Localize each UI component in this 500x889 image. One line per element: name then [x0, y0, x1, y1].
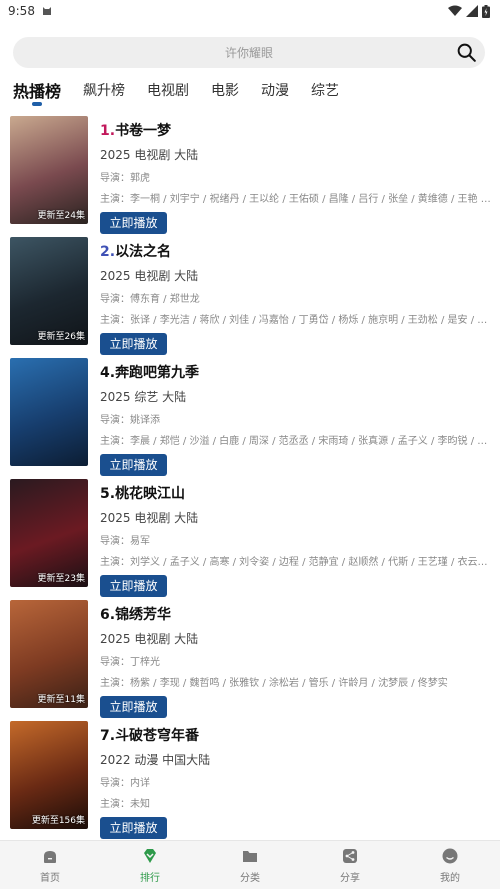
ranking-list: 更新至24集 1.书卷一梦 2025 电视剧 大陆 导演：郭虎主演：李一桐 / 刘宇宁… — [0, 114, 500, 840]
episode-badge: 更新至156集 — [31, 816, 85, 826]
title-text: 桃花映江山 — [115, 486, 186, 502]
nav-label: 分享 — [340, 872, 360, 884]
play-now-button[interactable]: 立即播放 — [100, 454, 167, 476]
title-text: 锦绣芳华 — [115, 607, 172, 623]
status-time: 9:58 — [8, 4, 35, 18]
item-info: 4.奔跑吧第九季 2025 综艺 大陆 导演：姚译添主演：李晨 / 郑恺 / 沙溢 … — [100, 362, 492, 476]
poster-image[interactable]: 更新至26集 — [10, 237, 88, 345]
list-item[interactable]: 更新至24集 1.书卷一梦 2025 电视剧 大陆 导演：郭虎主演：李一桐 / 刘宇宁… — [0, 114, 500, 235]
play-now-button[interactable]: 立即播放 — [100, 817, 167, 839]
item-title[interactable]: 2.以法之名 — [100, 241, 492, 261]
nav-label: 首页 — [40, 872, 60, 884]
item-meta: 2025 电视剧 大陆 — [100, 511, 199, 525]
notification-cat-icon — [42, 7, 51, 15]
item-cast: 主演：李晨 / 郑恺 / 沙溢 / 白鹿 / 周深 / 范丞丞 / 宋雨琦 / … — [100, 436, 492, 447]
rank-number: 4. — [100, 365, 116, 381]
poster-image[interactable]: 更新至24集 — [10, 116, 88, 224]
title-text: 奔跑吧第九季 — [115, 365, 200, 381]
rank-number: 7. — [100, 728, 116, 744]
play-now-button[interactable]: 立即播放 — [100, 696, 167, 718]
nav-item-1[interactable]: 排行 — [100, 841, 200, 889]
item-info: 7.斗破苍穹年番 2022 动漫 中国大陆 导演：内详主演：未知立即播放 — [100, 725, 492, 839]
title-text: 书卷一梦 — [115, 123, 172, 139]
item-director: 导演：姚译添 — [100, 415, 160, 426]
nav-item-3[interactable]: 分享 — [300, 841, 400, 889]
item-director: 导演：傅东育 / 郑世龙 — [100, 294, 200, 305]
category-tabs: 热播榜 飙升榜 电视剧 电影 动漫 综艺 — [13, 78, 361, 108]
tab-2[interactable]: 电视剧 — [147, 78, 189, 100]
item-info: 1.书卷一梦 2025 电视剧 大陆 导演：郭虎主演：李一桐 / 刘宇宁 / 祝绪丹… — [100, 120, 492, 234]
episode-badge: 更新至26集 — [37, 332, 85, 342]
item-title[interactable]: 6.锦绣芳华 — [100, 604, 492, 624]
item-director: 导演：易军 — [100, 536, 150, 547]
home-icon — [44, 850, 56, 863]
category-folder-icon — [243, 850, 257, 862]
list-item[interactable]: 更新至26集 2.以法之名 2025 电视剧 大陆 导演：傅东育 / 郑世龙主演：张译… — [0, 235, 500, 356]
play-now-button[interactable]: 立即播放 — [100, 212, 167, 234]
episode-badge: 更新至24集 — [37, 211, 85, 221]
play-now-button[interactable]: 立即播放 — [100, 333, 167, 355]
item-title[interactable]: 7.斗破苍穹年番 — [100, 725, 492, 745]
item-cast: 主演：杨紫 / 李现 / 魏哲鸣 / 张雅钦 / 涂松岩 / 管乐 / 许龄月 … — [100, 678, 448, 689]
list-item[interactable]: 更新至11集 6.锦绣芳华 2025 电视剧 大陆 导演：丁梓光主演：杨紫 / 李现 … — [0, 598, 500, 719]
item-director: 导演：郭虎 — [100, 173, 150, 184]
nav-item-0[interactable]: 首页 — [0, 841, 100, 889]
share-icon — [343, 848, 357, 863]
item-info: 2.以法之名 2025 电视剧 大陆 导演：傅东育 / 郑世龙主演：张译 / 李光洁… — [100, 241, 492, 355]
bottom-nav: 首页 排行 分类 分享 我的 — [0, 840, 500, 889]
item-meta: 2025 电视剧 大陆 — [100, 632, 199, 646]
item-cast: 主演：张译 / 李光洁 / 蒋欣 / 刘佳 / 冯嘉怡 / 丁勇岱 / 杨烁 /… — [100, 315, 492, 326]
item-title[interactable]: 5.桃花映江山 — [100, 483, 492, 503]
item-director: 导演：内详 — [100, 778, 150, 789]
search-icon[interactable] — [456, 42, 477, 63]
item-meta: 2025 综艺 大陆 — [100, 390, 187, 404]
item-info: 5.桃花映江山 2025 电视剧 大陆 导演：易军主演：刘学义 / 孟子义 / 高寒… — [100, 483, 492, 597]
nav-item-4[interactable]: 我的 — [400, 841, 500, 889]
rank-number: 6. — [100, 607, 116, 623]
nav-item-2[interactable]: 分类 — [200, 841, 300, 889]
item-title[interactable]: 4.奔跑吧第九季 — [100, 362, 492, 382]
rank-number: 5. — [100, 486, 116, 502]
ranking-icon — [144, 848, 156, 863]
tab-5[interactable]: 综艺 — [311, 78, 339, 100]
rank-number: 1. — [100, 123, 116, 139]
wifi-icon — [448, 5, 462, 16]
tab-1[interactable]: 飙升榜 — [83, 78, 125, 100]
item-cast: 主演：李一桐 / 刘宇宁 / 祝绪丹 / 王以纶 / 王佑硕 / 昌隆 / 吕行… — [100, 194, 492, 205]
item-cast: 主演：刘学义 / 孟子义 / 高寒 / 刘令姿 / 边程 / 范静宜 / 赵顺然… — [100, 557, 492, 568]
nav-label: 分类 — [240, 872, 260, 884]
poster-image[interactable]: 更新至23集 — [10, 479, 88, 587]
nav-label: 我的 — [440, 872, 460, 884]
item-info: 6.锦绣芳华 2025 电视剧 大陆 导演：丁梓光主演：杨紫 / 李现 / 魏哲鸣 … — [100, 604, 492, 718]
search-bar[interactable]: 许你耀眼 — [13, 37, 485, 68]
poster-image[interactable]: 更新至156集 — [10, 721, 88, 829]
item-meta: 2025 电视剧 大陆 — [100, 148, 199, 162]
rank-number: 2. — [100, 244, 116, 260]
list-item[interactable]: 更新至23集 5.桃花映江山 2025 电视剧 大陆 导演：易军主演：刘学义 / 孟子… — [0, 477, 500, 598]
play-now-button[interactable]: 立即播放 — [100, 575, 167, 597]
tab-3[interactable]: 电影 — [211, 78, 239, 100]
item-director: 导演：丁梓光 — [100, 657, 160, 668]
search-placeholder: 许你耀眼 — [224, 46, 273, 60]
episode-badge: 更新至11集 — [37, 695, 85, 705]
list-item[interactable]: 更新至156集 7.斗破苍穹年番 2022 动漫 中国大陆 导演：内详主演：未知立即播… — [0, 719, 500, 840]
poster-image[interactable]: 更新至11集 — [10, 600, 88, 708]
status-bar: 9:58 — [0, 0, 500, 22]
profile-icon — [442, 848, 458, 863]
episode-badge: 更新至23集 — [37, 574, 85, 584]
tab-0[interactable]: 热播榜 — [13, 78, 61, 106]
title-text: 以法之名 — [115, 244, 172, 260]
item-meta: 2025 电视剧 大陆 — [100, 269, 199, 283]
title-text: 斗破苍穹年番 — [115, 728, 200, 744]
battery-icon — [482, 4, 490, 18]
tab-4[interactable]: 动漫 — [261, 78, 289, 100]
nav-label: 排行 — [140, 872, 160, 884]
signal-icon — [466, 5, 478, 17]
item-cast: 主演：未知 — [100, 799, 150, 810]
item-meta: 2022 动漫 中国大陆 — [100, 753, 211, 767]
poster-image[interactable] — [10, 358, 88, 466]
item-title[interactable]: 1.书卷一梦 — [100, 120, 492, 140]
list-item[interactable]: 4.奔跑吧第九季 2025 综艺 大陆 导演：姚译添主演：李晨 / 郑恺 / 沙溢 … — [0, 356, 500, 477]
